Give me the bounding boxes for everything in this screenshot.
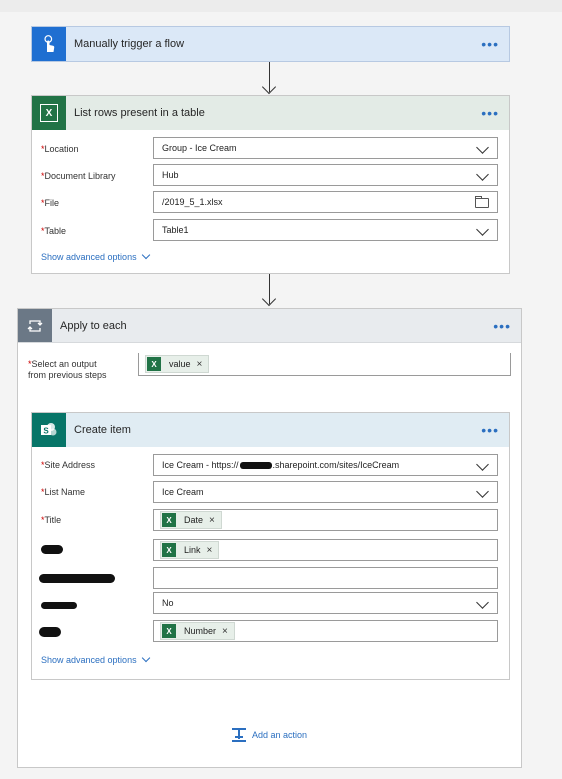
- table-value: Table1: [162, 225, 189, 235]
- value-token[interactable]: Xvalue ×: [145, 355, 210, 373]
- chevron-down-icon: [141, 250, 150, 260]
- excel-icon: X: [162, 513, 176, 527]
- yes-no-dropdown[interactable]: No: [153, 592, 498, 614]
- site-address-value-end: .sharepoint.com/sites/IceCream: [272, 460, 400, 470]
- chevron-down-icon: [476, 458, 489, 471]
- loop-icon: [27, 319, 43, 332]
- empty-text-field[interactable]: [153, 567, 498, 589]
- excel-icon: X: [147, 357, 161, 371]
- folder-icon[interactable]: [475, 196, 489, 208]
- table-label: *Table: [41, 226, 67, 236]
- remove-token-icon[interactable]: ×: [222, 626, 228, 637]
- link-token[interactable]: X Link ×: [160, 541, 220, 559]
- trigger-icon-box: [32, 27, 66, 61]
- number-field[interactable]: X Number ×: [153, 620, 498, 642]
- create-item-more-button[interactable]: •••: [481, 422, 499, 438]
- trigger-title: Manually trigger a flow: [74, 38, 185, 50]
- date-token-label: Date: [184, 515, 204, 525]
- title-field[interactable]: X Date ×: [153, 509, 498, 531]
- location-value: Group - Ice Cream: [162, 143, 237, 153]
- apply-to-each-header[interactable]: Apply to each •••: [18, 309, 521, 343]
- create-item-title: Create item: [74, 424, 131, 436]
- create-item-card[interactable]: S Create item ••• *Site Address Ice Crea…: [31, 412, 510, 680]
- connector-arrowhead-1: [261, 79, 277, 95]
- touch-hand-icon: [44, 35, 55, 52]
- file-value: /2019_5_1.xlsx: [162, 197, 223, 207]
- select-output-label: *Select an output from previous steps: [28, 359, 107, 380]
- redacted-label: [39, 627, 61, 637]
- redacted-label: [41, 602, 77, 609]
- svg-text:S: S: [43, 427, 49, 436]
- list-name-label: *List Name: [41, 487, 86, 497]
- site-address-value-start: Ice Cream - https://: [162, 460, 239, 470]
- list-rows-title: List rows present in a table: [74, 107, 205, 119]
- document-library-value: Hub: [162, 170, 179, 180]
- site-address-dropdown[interactable]: Ice Cream - https:// .sharepoint.com/sit…: [153, 454, 498, 476]
- title-label: *Title: [41, 515, 62, 525]
- value-token-label: value: [169, 359, 191, 369]
- remove-token-icon[interactable]: ×: [209, 515, 215, 526]
- show-advanced-options-link[interactable]: Show advanced options: [41, 250, 150, 262]
- date-token[interactable]: X Date ×: [160, 511, 222, 529]
- list-rows-header[interactable]: X List rows present in a table •••: [32, 96, 509, 130]
- add-action-icon: [232, 728, 246, 742]
- connector-arrowhead-2: [261, 291, 277, 307]
- chevron-down-icon: [476, 168, 489, 181]
- add-action-label: Add an action: [252, 730, 308, 740]
- number-token-label: Number: [184, 626, 217, 636]
- trigger-more-button[interactable]: •••: [481, 36, 499, 52]
- yes-no-value: No: [162, 598, 174, 608]
- site-address-label: *Site Address: [41, 460, 96, 470]
- top-band: [0, 0, 562, 12]
- list-rows-icon-box: X: [32, 96, 66, 130]
- redacted-text: [239, 461, 272, 469]
- chevron-down-icon: [476, 141, 489, 154]
- sharepoint-icon: S: [41, 423, 57, 436]
- link-field[interactable]: X Link ×: [153, 539, 498, 561]
- create-item-header[interactable]: S Create item •••: [32, 413, 509, 447]
- excel-icon: X: [162, 543, 176, 557]
- table-dropdown[interactable]: Table1: [153, 219, 498, 241]
- link-token-label: Link: [184, 545, 201, 555]
- list-rows-card[interactable]: X List rows present in a table ••• *Loca…: [31, 95, 510, 274]
- show-advanced-options-link[interactable]: Show advanced options: [41, 653, 150, 665]
- excel-icon: X: [40, 104, 58, 122]
- apply-to-each-title: Apply to each: [60, 319, 127, 332]
- redacted-label: [41, 545, 63, 554]
- number-token[interactable]: X Number ×: [160, 622, 235, 640]
- chevron-down-icon: [476, 596, 489, 609]
- location-label: *Location: [41, 144, 79, 154]
- document-library-label: *Document Library: [41, 171, 116, 181]
- select-output-field[interactable]: Xvalue ×: [138, 353, 511, 376]
- redacted-label: [39, 574, 115, 583]
- trigger-card[interactable]: Manually trigger a flow •••: [31, 26, 510, 62]
- create-item-icon-box: S: [32, 413, 66, 447]
- document-library-dropdown[interactable]: Hub: [153, 164, 498, 186]
- chevron-down-icon: [476, 485, 489, 498]
- apply-to-each-card[interactable]: Apply to each ••• *Select an output from…: [17, 308, 522, 768]
- file-label: *File: [41, 198, 60, 208]
- chevron-down-icon: [476, 223, 489, 236]
- chevron-down-icon: [141, 653, 150, 663]
- list-name-value: Ice Cream: [162, 487, 204, 497]
- apply-to-each-icon-box: [18, 309, 52, 342]
- file-picker[interactable]: /2019_5_1.xlsx: [153, 191, 498, 213]
- list-rows-more-button[interactable]: •••: [481, 105, 499, 121]
- excel-icon: X: [162, 624, 176, 638]
- apply-to-each-more-button[interactable]: •••: [493, 318, 511, 334]
- remove-token-icon[interactable]: ×: [207, 545, 213, 556]
- remove-token-icon[interactable]: ×: [197, 359, 203, 370]
- add-action-button[interactable]: Add an action: [231, 727, 307, 743]
- location-dropdown[interactable]: Group - Ice Cream: [153, 137, 498, 159]
- list-name-dropdown[interactable]: Ice Cream: [153, 481, 498, 503]
- trigger-header[interactable]: Manually trigger a flow •••: [32, 27, 509, 61]
